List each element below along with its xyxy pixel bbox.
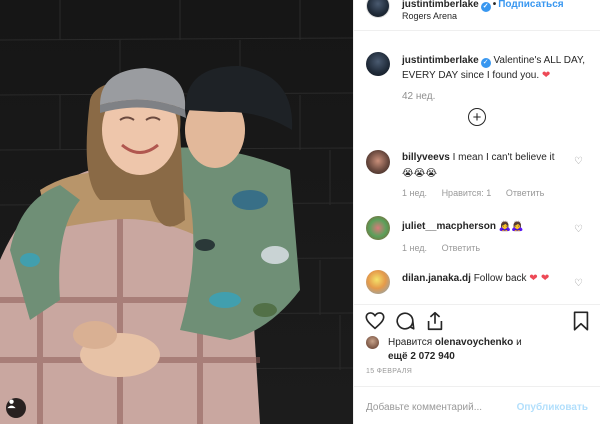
comment-like-button[interactable]: ♡	[574, 224, 583, 235]
author-avatar[interactable]	[366, 0, 390, 18]
likes-summary: Нравится olenavoychenko и ещё 2 072 940	[366, 336, 591, 364]
heart-outline-icon[interactable]	[364, 310, 386, 332]
plus-circle-icon: +	[472, 108, 482, 126]
share-icon[interactable]	[424, 310, 446, 332]
divider	[354, 386, 600, 387]
separator-dot: •	[492, 0, 497, 10]
caption-username[interactable]: justintimberlake	[402, 55, 479, 66]
post-header: justintimberlake ✓ • Подписаться Rogers Are…	[354, 0, 600, 26]
post-date[interactable]: 15 ФЕВРАЛЯ	[366, 368, 412, 375]
comment-emojis: 😭😭😭	[402, 168, 438, 179]
caption-avatar[interactable]	[366, 52, 390, 76]
location-link[interactable]: Rogers Arena	[402, 11, 457, 21]
comment-username[interactable]: dilan.janaka.dj	[402, 273, 471, 284]
comment-likes-count[interactable]: Нравится: 1	[442, 188, 492, 198]
likes-suffix: и	[516, 337, 522, 348]
divider	[354, 304, 600, 305]
verified-badge-icon: ✓	[480, 2, 491, 12]
comment-emojis: ❤ ❤	[529, 273, 550, 284]
user-tag-button[interactable]	[6, 398, 26, 418]
comment-username[interactable]: billyveevs	[402, 152, 450, 163]
follow-button[interactable]: Подписаться	[498, 0, 563, 10]
heart-emoji: ❤	[541, 70, 551, 81]
caption-time[interactable]: 42 нед.	[402, 91, 435, 102]
user-tag-icon	[7, 399, 16, 409]
load-more-comments-button[interactable]: +	[468, 108, 486, 126]
comment-username[interactable]: juliet__macpherson	[402, 221, 496, 232]
comment-input[interactable]: Добавьте комментарий...	[366, 402, 482, 413]
commenter-avatar[interactable]	[366, 150, 390, 174]
comment-time[interactable]: 1 нед.	[402, 243, 427, 253]
liker-avatar[interactable]	[366, 336, 379, 349]
divider	[354, 30, 600, 31]
comment-text: Follow back	[473, 273, 527, 284]
comment-like-button[interactable]: ♡	[574, 278, 583, 289]
commenter-avatar[interactable]	[366, 270, 390, 294]
bookmark-icon[interactable]	[570, 310, 592, 332]
comment-text: I mean I can't believe it	[452, 152, 555, 163]
comment-time[interactable]: 1 нед.	[402, 188, 427, 198]
author-username[interactable]: justintimberlake	[402, 0, 479, 10]
comment-reply-button[interactable]: Ответить	[442, 243, 480, 253]
comment-icon[interactable]	[394, 310, 416, 332]
post-panel: justintimberlake ✓ • Подписаться Rogers Are…	[353, 0, 600, 424]
post-photo[interactable]	[0, 0, 353, 424]
comment-emojis: 🙇‍♀️🙇‍♀️	[498, 221, 524, 232]
action-bar	[354, 308, 600, 336]
verified-badge-icon: ✓	[480, 58, 491, 68]
likes-prefix: Нравится	[388, 337, 433, 348]
comment-like-button[interactable]: ♡	[574, 156, 583, 167]
publish-button[interactable]: Опубликовать	[517, 402, 588, 413]
likes-count-button[interactable]: ещё 2 072 940	[388, 351, 455, 362]
photo-illustration	[0, 0, 353, 424]
liker-username[interactable]: olenavoychenko	[435, 337, 513, 348]
commenter-avatar[interactable]	[366, 216, 390, 240]
comment-reply-button[interactable]: Ответить	[506, 188, 544, 198]
